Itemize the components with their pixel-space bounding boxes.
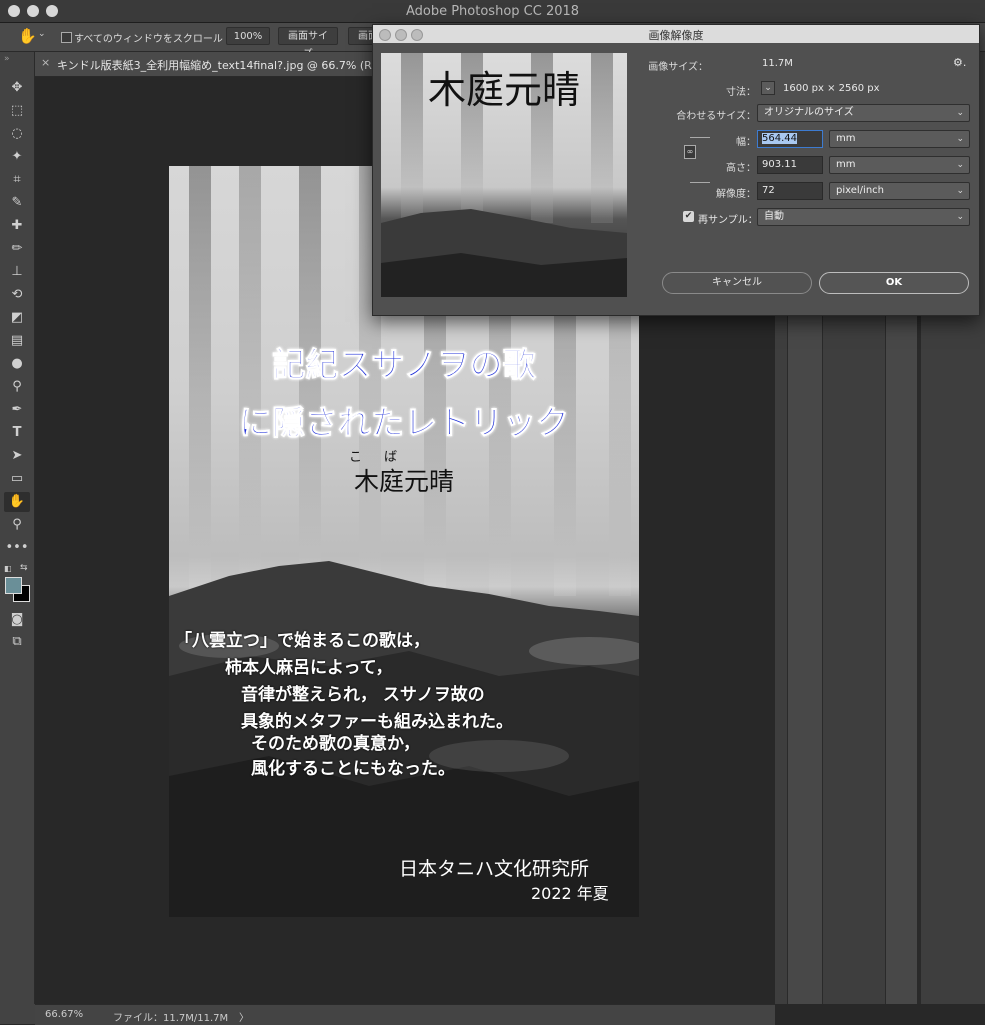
poem-line: 柿本人麻呂によって， <box>225 658 393 678</box>
eraser-tool-icon[interactable]: ◩ <box>4 308 30 328</box>
height-label: 高さ： <box>726 163 756 174</box>
resolution-value: 72 <box>762 185 775 196</box>
poem-line: 音律が整えられ， スサノヲ故の <box>241 685 485 705</box>
magic-wand-tool-icon[interactable]: ✦ <box>4 147 30 167</box>
healing-brush-tool-icon[interactable]: ✚ <box>4 216 30 236</box>
chevron-down-icon: ⌄ <box>956 134 964 144</box>
width-value: 564.44 <box>762 133 797 144</box>
dimensions-value: 1600 px × 2560 px <box>783 83 880 94</box>
chevron-down-icon: ⌄ <box>956 186 964 196</box>
document-tab-label: キンドル版表紙3_全利用幅縮め_text14final?.jpg @ 66.7%… <box>57 59 399 72</box>
book-title-line-1: 記紀スサノヲの歌 <box>272 345 536 385</box>
path-selection-tool-icon[interactable]: ➤ <box>4 446 30 466</box>
zoom-tool-icon[interactable]: ⚲ <box>4 515 30 535</box>
image-preview[interactable]: 木庭元晴 <box>381 53 627 297</box>
resample-checkbox[interactable]: ✔ <box>683 211 694 222</box>
resample-select[interactable]: 自動 ⌄ <box>757 208 970 226</box>
author-name: 木庭元晴 <box>353 467 454 496</box>
gradient-tool-icon[interactable]: ▤ <box>4 331 30 351</box>
resolution-unit-value: pixel/inch <box>836 185 884 196</box>
toolbar-footer <box>0 1004 35 1024</box>
status-menu-arrow[interactable]: 〉 <box>239 1009 249 1024</box>
dimensions-dropdown-icon[interactable]: ⌄ <box>761 81 775 95</box>
cancel-button[interactable]: キャンセル <box>662 272 812 294</box>
scroll-all-checkbox[interactable] <box>61 32 72 43</box>
tools-panel: » ✥ ⬚ ◌ ✦ ⌗ ✎ ✚ ✏ ⊥ ⟲ ◩ ▤ ● ⚲ ✒ T ➤ ▭ ✋ … <box>0 52 35 1004</box>
marquee-tool-icon[interactable]: ⬚ <box>4 101 30 121</box>
height-input[interactable]: 903.11 <box>757 156 823 174</box>
height-unit-select[interactable]: mm ⌄ <box>829 156 970 174</box>
image-size-value: 11.7M <box>762 58 793 69</box>
app-title: Adobe Photoshop CC 2018 <box>405 4 580 19</box>
crop-tool-icon[interactable]: ⌗ <box>4 170 30 190</box>
blur-tool-icon[interactable]: ● <box>4 354 30 374</box>
status-bar: 66.67% ファイル：11.7M/11.7M 〉 <box>35 1004 775 1025</box>
dimensions-label: 寸法： <box>726 87 756 98</box>
resolution-label: 解像度： <box>716 189 756 200</box>
resolution-input[interactable]: 72 <box>757 182 823 200</box>
resolution-unit-select[interactable]: pixel/inch ⌄ <box>829 182 970 200</box>
fit-screen-button[interactable]: 画面サイズ <box>278 27 338 60</box>
publisher-name: 日本タニハ文化研究所 <box>399 858 590 880</box>
fit-to-label: 合わせるサイズ： <box>676 111 756 122</box>
chevron-down-icon[interactable]: ⌄ <box>38 29 46 39</box>
foreground-color-swatch[interactable] <box>5 577 22 594</box>
title-bar: Adobe Photoshop CC 2018 <box>0 0 985 23</box>
hand-tool-icon[interactable]: ✋ <box>18 27 37 45</box>
publication-date: 2022 年夏 <box>531 884 609 903</box>
more-tools-icon[interactable]: ••• <box>4 538 30 558</box>
zoom-100-button[interactable]: 100% <box>226 27 270 45</box>
fit-to-value: オリジナルのサイズ <box>764 107 854 118</box>
ok-button[interactable]: OK <box>819 272 969 294</box>
rectangle-tool-icon[interactable]: ▭ <box>4 469 30 489</box>
preview-author-name: 木庭元晴 <box>427 68 580 112</box>
quick-mask-icon[interactable]: ◙ <box>4 610 30 630</box>
lasso-tool-icon[interactable]: ◌ <box>4 124 30 144</box>
pen-tool-icon[interactable]: ✒ <box>4 400 30 420</box>
eyedropper-tool-icon[interactable]: ✎ <box>4 193 30 213</box>
poem-line: そのため歌の真意か， <box>251 734 420 754</box>
width-unit-value: mm <box>836 133 856 144</box>
resample-value: 自動 <box>764 211 784 222</box>
book-title-line-2: に隠されたレトリック <box>239 403 570 443</box>
scroll-all-label: すべてのウィンドウをスクロール <box>74 34 223 45</box>
width-label: 幅： <box>736 137 756 148</box>
zoom-level[interactable]: 66.67% <box>45 1009 83 1020</box>
brush-tool-icon[interactable]: ✏ <box>4 239 30 259</box>
history-brush-tool-icon[interactable]: ⟲ <box>4 285 30 305</box>
default-colors-icon[interactable]: ◧ <box>4 564 12 573</box>
resample-label: 再サンプル： <box>698 215 758 226</box>
preview-mountain-image <box>381 209 627 297</box>
width-input[interactable]: 564.44 <box>757 130 823 148</box>
type-tool-icon[interactable]: T <box>4 423 30 443</box>
image-size-label: 画像サイズ： <box>648 62 708 73</box>
close-tab-icon[interactable]: × <box>41 56 50 69</box>
collapse-icon[interactable]: » <box>4 54 10 64</box>
height-value: 903.11 <box>762 159 797 170</box>
poem-line: 風化することにもなった。 <box>251 759 455 779</box>
chevron-down-icon: ⌄ <box>956 108 964 118</box>
chevron-down-icon: ⌄ <box>956 160 964 170</box>
gear-icon[interactable]: ⚙. <box>953 56 966 69</box>
height-unit-value: mm <box>836 159 856 170</box>
fit-to-select[interactable]: オリジナルのサイズ ⌄ <box>757 104 970 122</box>
file-size-info: ファイル：11.7M/11.7M <box>113 1013 229 1024</box>
dialog-title-bar: 画像解像度 <box>373 25 979 43</box>
dialog-title: 画像解像度 <box>648 29 704 42</box>
image-size-dialog: 画像解像度 木庭元晴 画像サイズ： 11.7M ⚙. 寸法： ⌄ 1600 px… <box>372 24 980 316</box>
move-tool-icon[interactable]: ✥ <box>4 78 30 98</box>
stamp-tool-icon[interactable]: ⊥ <box>4 262 30 282</box>
chevron-down-icon: ⌄ <box>956 212 964 222</box>
swap-colors-icon[interactable]: ⇆ <box>20 563 28 573</box>
poem-line: 「八雲立つ」で始まるこの歌は， <box>175 631 430 651</box>
screen-mode-icon[interactable]: ⧉ <box>4 632 30 652</box>
dodge-tool-icon[interactable]: ⚲ <box>4 377 30 397</box>
hand-tool-active-icon[interactable]: ✋ <box>4 492 30 512</box>
width-unit-select[interactable]: mm ⌄ <box>829 130 970 148</box>
